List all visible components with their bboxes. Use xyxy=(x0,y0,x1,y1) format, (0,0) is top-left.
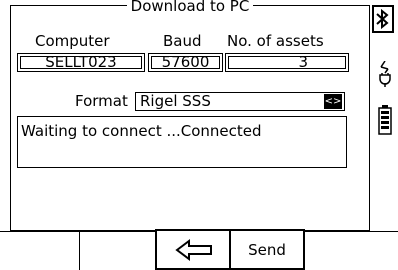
plug-icon xyxy=(378,60,392,87)
panel-title: Download to PC xyxy=(126,0,254,15)
computer-field[interactable]: SELLT023 xyxy=(17,53,145,72)
battery-icon xyxy=(378,105,392,135)
status-box: Waiting to connect ...Connected xyxy=(17,116,347,168)
assets-label: No. of assets xyxy=(227,32,324,50)
format-select[interactable]: Rigel SSS <> xyxy=(135,92,345,111)
format-label: Format xyxy=(75,92,128,110)
panel-title-wrap: Download to PC xyxy=(11,0,369,15)
side-icon-column xyxy=(372,5,398,231)
back-button[interactable] xyxy=(155,229,231,270)
softkey-5[interactable] xyxy=(305,232,398,270)
softkey-1[interactable] xyxy=(0,232,80,270)
format-value: Rigel SSS xyxy=(140,92,211,110)
softkey-2[interactable] xyxy=(80,232,156,270)
up-down-arrows-icon[interactable]: <> xyxy=(324,94,342,109)
baud-label: Baud xyxy=(163,32,202,50)
left-arrow-icon xyxy=(175,239,212,261)
send-label: Send xyxy=(248,241,286,259)
status-text: Waiting to connect ...Connected xyxy=(21,122,262,140)
send-button[interactable]: Send xyxy=(229,229,305,270)
bluetooth-icon xyxy=(372,5,394,33)
download-panel: Download to PC Computer Baud No. of asse… xyxy=(10,0,370,231)
baud-field[interactable]: 57600 xyxy=(148,53,223,72)
computer-label: Computer xyxy=(35,32,110,50)
softkey-bar: Send xyxy=(0,229,398,270)
assets-field[interactable]: 3 xyxy=(225,53,349,72)
